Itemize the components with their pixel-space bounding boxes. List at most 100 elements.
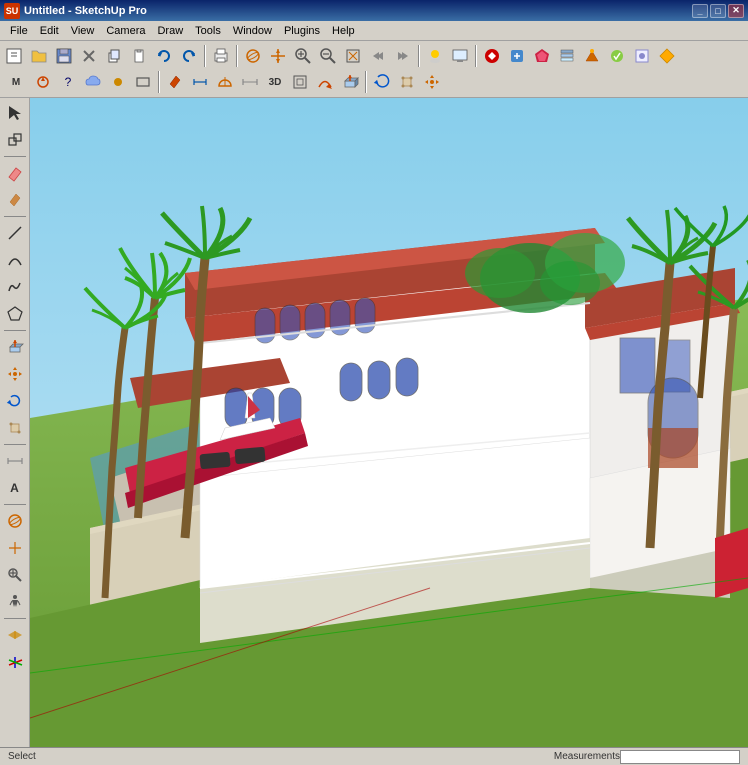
toolbar-sep-2	[236, 45, 238, 67]
tool-measurements[interactable]: M	[2, 70, 30, 94]
tool-display-settings[interactable]	[448, 44, 472, 68]
lt-sep-4	[4, 444, 26, 445]
tool-save[interactable]	[52, 44, 76, 68]
tool-protractor[interactable]	[213, 70, 237, 94]
tool-previous-view[interactable]	[366, 44, 390, 68]
lt-line[interactable]	[2, 220, 28, 246]
lt-text[interactable]: A	[2, 475, 28, 501]
lt-tape-measure[interactable]	[2, 448, 28, 474]
lt-arc[interactable]	[2, 247, 28, 273]
tool-tape[interactable]	[238, 70, 262, 94]
tool-scenes[interactable]	[580, 44, 604, 68]
tool-zoom-window[interactable]	[316, 44, 340, 68]
tool-pan[interactable]	[266, 44, 290, 68]
lt-section-plane[interactable]	[2, 622, 28, 648]
tool-style[interactable]	[605, 44, 629, 68]
left-toolbar: A	[0, 98, 30, 747]
app-icon: SU	[4, 3, 20, 19]
lt-sep-2	[4, 216, 26, 217]
tool-help[interactable]: ?	[56, 70, 80, 94]
lt-rotate[interactable]	[2, 388, 28, 414]
lt-polygon[interactable]	[2, 301, 28, 327]
tool-next-view[interactable]	[391, 44, 415, 68]
lt-axes[interactable]	[2, 649, 28, 675]
lt-sep-6	[4, 618, 26, 619]
tool-offset[interactable]	[288, 70, 312, 94]
tool-paste[interactable]	[127, 44, 151, 68]
main-area: A	[0, 98, 748, 747]
lt-walkthrough[interactable]	[2, 589, 28, 615]
menu-help[interactable]: Help	[326, 23, 361, 39]
menu-file[interactable]: File	[4, 23, 34, 39]
tool-3d-text[interactable]: 3D	[263, 70, 287, 94]
tool-rotate2[interactable]	[370, 70, 394, 94]
statusbar: Select Measurements	[0, 747, 748, 765]
lt-scale[interactable]	[2, 415, 28, 441]
tool-cloud[interactable]	[81, 70, 105, 94]
tool-cut[interactable]	[77, 44, 101, 68]
tool-zoom[interactable]	[291, 44, 315, 68]
maximize-button[interactable]: □	[710, 4, 726, 18]
status-text: Select	[8, 751, 36, 762]
tool-paint[interactable]	[163, 70, 187, 94]
menu-draw[interactable]: Draw	[151, 23, 189, 39]
tool-copy[interactable]	[102, 44, 126, 68]
minimize-button[interactable]: _	[692, 4, 708, 18]
status-measurements: Measurements	[554, 751, 620, 762]
toolbars: M ? 3D	[0, 41, 748, 98]
toolbar-sep-4	[475, 45, 477, 67]
menu-view[interactable]: View	[65, 23, 101, 39]
scene-viewport[interactable]	[30, 98, 748, 747]
tool-scale[interactable]	[395, 70, 419, 94]
titlebar: SU Untitled - SketchUp Pro _ □ ✕	[0, 0, 748, 21]
toolbar-row-1	[2, 43, 746, 69]
title-text: Untitled - SketchUp Pro	[24, 5, 147, 17]
lt-eraser[interactable]	[2, 160, 28, 186]
menu-window[interactable]: Window	[227, 23, 278, 39]
menu-tools[interactable]: Tools	[189, 23, 227, 39]
tool-3dwarehouse[interactable]	[480, 44, 504, 68]
tool-new[interactable]	[2, 44, 26, 68]
tool-orbit[interactable]	[241, 44, 265, 68]
tool-redo[interactable]	[177, 44, 201, 68]
lt-pan[interactable]	[2, 535, 28, 561]
tool-shadow[interactable]	[423, 44, 447, 68]
toolbar-sep-5	[158, 71, 160, 93]
lt-freehand[interactable]	[2, 274, 28, 300]
tool-ruby[interactable]	[530, 44, 554, 68]
window-controls[interactable]: _ □ ✕	[692, 4, 744, 18]
lt-select[interactable]	[2, 100, 28, 126]
viewport-canvas[interactable]	[30, 98, 748, 747]
menu-plugins[interactable]: Plugins	[278, 23, 326, 39]
tool-component-options[interactable]	[630, 44, 654, 68]
tool-move[interactable]	[420, 70, 444, 94]
menu-camera[interactable]: Camera	[100, 23, 151, 39]
tool-extension[interactable]	[505, 44, 529, 68]
toolbar-sep-1	[204, 45, 206, 67]
tool-open[interactable]	[27, 44, 51, 68]
tool-rotate[interactable]	[31, 70, 55, 94]
tool-followme[interactable]	[313, 70, 337, 94]
lt-sep-1	[4, 156, 26, 157]
tool-dynamic-components[interactable]	[655, 44, 679, 68]
menu-edit[interactable]: Edit	[34, 23, 65, 39]
lt-pushpull[interactable]	[2, 334, 28, 360]
tool-layers[interactable]	[555, 44, 579, 68]
lt-move[interactable]	[2, 361, 28, 387]
tool-dimension[interactable]	[188, 70, 212, 94]
tool-pushpull[interactable]	[338, 70, 362, 94]
tool-undo[interactable]	[152, 44, 176, 68]
menubar: File Edit View Camera Draw Tools Window …	[0, 21, 748, 41]
close-button[interactable]: ✕	[728, 4, 744, 18]
tool-print[interactable]	[209, 44, 233, 68]
toolbar-sep-6	[365, 71, 367, 93]
lt-paint-bucket[interactable]	[2, 187, 28, 213]
tool-rectangle-tools[interactable]	[131, 70, 155, 94]
lt-zoom[interactable]	[2, 562, 28, 588]
tool-point[interactable]	[106, 70, 130, 94]
tool-zoom-extents[interactable]	[341, 44, 365, 68]
lt-sep-5	[4, 504, 26, 505]
measurements-input[interactable]	[620, 750, 740, 764]
lt-component[interactable]	[2, 127, 28, 153]
lt-orbit[interactable]	[2, 508, 28, 534]
